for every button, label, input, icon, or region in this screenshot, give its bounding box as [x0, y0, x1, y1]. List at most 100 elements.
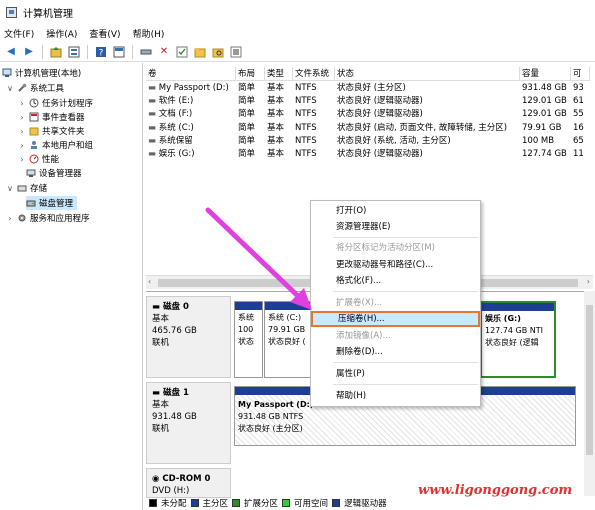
column-header-layout[interactable]: 布局 — [236, 67, 265, 81]
column-header-volume[interactable]: 卷 — [146, 67, 236, 81]
scrollbar-thumb[interactable] — [586, 305, 593, 455]
volume-icon: ▬ — [148, 122, 159, 133]
chevron-down-icon[interactable]: ∨ — [6, 184, 14, 193]
table-row[interactable]: ▬ 软件 (E:) 简单 基本 NTFS 状态良好 (逻辑驱动器) 129.01 GB 61 — [146, 95, 590, 108]
tree-item-event-viewer[interactable]: › 事件查看器 — [18, 110, 85, 124]
column-header-filesystem[interactable]: 文件系统 — [293, 67, 335, 81]
tree-item-storage[interactable]: ∨ 存储 — [6, 181, 47, 195]
menu-item-add-mirror: 添加镜像(A)... — [336, 331, 391, 341]
partition-system-reserved[interactable]: 系统 100 状态 — [234, 301, 263, 378]
tree-item-services[interactable]: › 服务和应用程序 — [6, 211, 89, 225]
chevron-right-icon[interactable]: › — [18, 99, 26, 108]
menu-item-explore[interactable]: 资源管理器(E) — [311, 219, 480, 235]
cell-layout: 简单 — [238, 122, 256, 133]
tree-item-root[interactable]: 计算机管理(本地) — [2, 66, 81, 80]
cell-status: 状态良好 (启动, 页面文件, 故障转储, 主分区) — [337, 122, 508, 133]
disk-size: 931.48 GB — [152, 412, 197, 422]
table-row[interactable]: ▬ 娱乐 (G:) 简单 基本 NTFS 状态良好 (逻辑驱动器) 127.74 GB 11 — [146, 148, 590, 161]
table-row[interactable]: ▬ 系统 (C:) 简单 基本 NTFS 状态良好 (启动, 页面文件, 故障转储, 主… — [146, 122, 590, 135]
partition-size: 127.74 GB NTI — [485, 326, 543, 335]
cell-status: 状态良好 (逻辑驱动器) — [337, 149, 423, 159]
menu-item-shrink-volume[interactable]: 压缩卷(H)... — [311, 311, 480, 327]
view-icon[interactable] — [112, 45, 126, 59]
partition-name: 娱乐 (G:) — [485, 314, 521, 323]
scroll-left-icon[interactable]: ‹ — [148, 277, 151, 286]
menu-separator — [333, 384, 478, 385]
tree-item-shared-folders[interactable]: › 共享文件夹 — [18, 124, 84, 138]
folder-icon[interactable] — [193, 45, 207, 59]
cdrom-0-label[interactable]: ◉ CD-ROM 0 DVD (H:) — [146, 468, 231, 498]
cell-status: 状态良好 (系统, 活动, 主分区) — [337, 135, 451, 146]
up-icon[interactable] — [49, 45, 63, 59]
partition-bar — [235, 302, 262, 310]
vertical-scrollbar[interactable] — [584, 291, 595, 496]
legend-label: 扩展分区 — [244, 499, 279, 509]
chevron-down-icon[interactable]: ∨ — [6, 84, 14, 93]
column-header-status[interactable]: 状态 — [335, 67, 520, 81]
cell-type: 基本 — [267, 135, 285, 146]
chevron-right-icon[interactable]: › — [18, 155, 26, 164]
chevron-right-icon[interactable]: › — [18, 113, 26, 122]
menu-file[interactable]: 文件(F) — [4, 27, 34, 40]
column-header-free[interactable]: 可 — [571, 67, 590, 81]
delete-icon[interactable]: ✕ — [157, 45, 171, 59]
menu-help[interactable]: 帮助(H) — [133, 27, 165, 40]
menu-separator — [333, 237, 478, 238]
chevron-right-icon[interactable]: › — [18, 127, 26, 136]
disk-type: 基本 — [152, 314, 170, 324]
tree-item-device-manager[interactable]: 设备管理器 — [26, 166, 82, 180]
event-viewer-icon — [29, 112, 39, 122]
partition-g[interactable]: 娱乐 (G:) 127.74 GB NTI 状态良好 (逻辑 — [480, 301, 556, 378]
partition-name: 系统 — [238, 313, 254, 322]
table-row[interactable]: ▬ 文档 (F:) 简单 基本 NTFS 状态良好 (逻辑驱动器) 129.01 GB 55 — [146, 108, 590, 121]
partition-c[interactable]: 系统 (C:) 79.91 GB 状态良好 ( — [264, 301, 314, 378]
tree-item-disk-management[interactable]: 磁盘管理 — [26, 196, 78, 210]
list-icon[interactable] — [229, 45, 243, 59]
cell-type: 基本 — [267, 109, 285, 120]
check-icon[interactable] — [175, 45, 189, 59]
column-header-type[interactable]: 类型 — [265, 67, 293, 81]
menu-item-mark-active: 将分区标记为活动分区(M) — [336, 243, 435, 253]
volume-icon: ▬ — [148, 83, 159, 93]
chevron-right-icon[interactable]: › — [18, 141, 26, 150]
chevron-right-icon[interactable]: › — [6, 214, 14, 223]
table-row[interactable]: ▬ My Passport (D:) 简单 基本 NTFS 状态良好 (主分区) 931.… — [146, 82, 590, 95]
menu-item-change-drive-letter[interactable]: 更改驱动器号和路径(C)... — [311, 257, 480, 273]
tree-item-performance[interactable]: › 性能 — [18, 152, 59, 166]
menu-item-help[interactable]: 帮助(H) — [311, 388, 480, 404]
menu-item-open[interactable]: 打开(O) — [311, 203, 480, 219]
disk-0-label[interactable]: ▬ 磁盘 0 基本 465.76 GB 联机 — [146, 296, 231, 378]
forward-icon[interactable]: ▶ — [22, 45, 36, 59]
table-row[interactable]: ▬ 系统保留 简单 基本 NTFS 状态良好 (系统, 活动, 主分区) 100 MB 65 — [146, 135, 590, 148]
disk-1-label[interactable]: ▬ 磁盘 1 基本 931.48 GB 联机 — [146, 382, 231, 464]
cell-volume: ▬ 系统保留 — [146, 135, 236, 148]
tree-item-system-tools[interactable]: ∨ 系统工具 — [6, 81, 64, 95]
column-header-capacity[interactable]: 容量 — [520, 67, 571, 81]
menu-view[interactable]: 查看(V) — [89, 27, 120, 40]
menu-item-delete-volume[interactable]: 删除卷(D)... — [311, 344, 480, 360]
back-icon[interactable]: ◀ — [4, 45, 18, 59]
tree-item-task-scheduler[interactable]: › 任务计划程序 — [18, 96, 93, 110]
help-icon[interactable]: ? — [94, 45, 108, 59]
folder-search-icon[interactable] — [211, 45, 225, 59]
tree-item-local-users[interactable]: › 本地用户和组 — [18, 138, 93, 152]
cell-filesystem: NTFS — [295, 135, 317, 146]
partition-status: 状态良好 (主分区) — [238, 424, 303, 433]
volume-name: 系统保留 — [158, 135, 193, 146]
legend-label: 未分配 — [161, 499, 187, 509]
scroll-right-icon[interactable]: › — [587, 277, 590, 286]
cell-filesystem: NTFS — [295, 149, 317, 159]
legend-swatch-unallocated — [149, 499, 157, 507]
properties-icon[interactable] — [67, 45, 81, 59]
menu-item-properties[interactable]: 属性(P) — [311, 366, 480, 382]
storage-icon — [17, 183, 27, 193]
disk-status: 联机 — [152, 338, 170, 348]
connect-icon[interactable] — [139, 45, 153, 59]
legend-label: 逻辑驱动器 — [344, 499, 387, 509]
menu-action[interactable]: 操作(A) — [46, 27, 77, 40]
watermark: www.ligonggong.com — [418, 483, 573, 498]
partition-size: 931.48 GB NTFS — [238, 412, 304, 421]
tree-item-label: 系统工具 — [30, 84, 65, 94]
tree-item-label: 本地用户和组 — [42, 141, 94, 151]
menu-item-format[interactable]: 格式化(F)... — [311, 273, 480, 289]
